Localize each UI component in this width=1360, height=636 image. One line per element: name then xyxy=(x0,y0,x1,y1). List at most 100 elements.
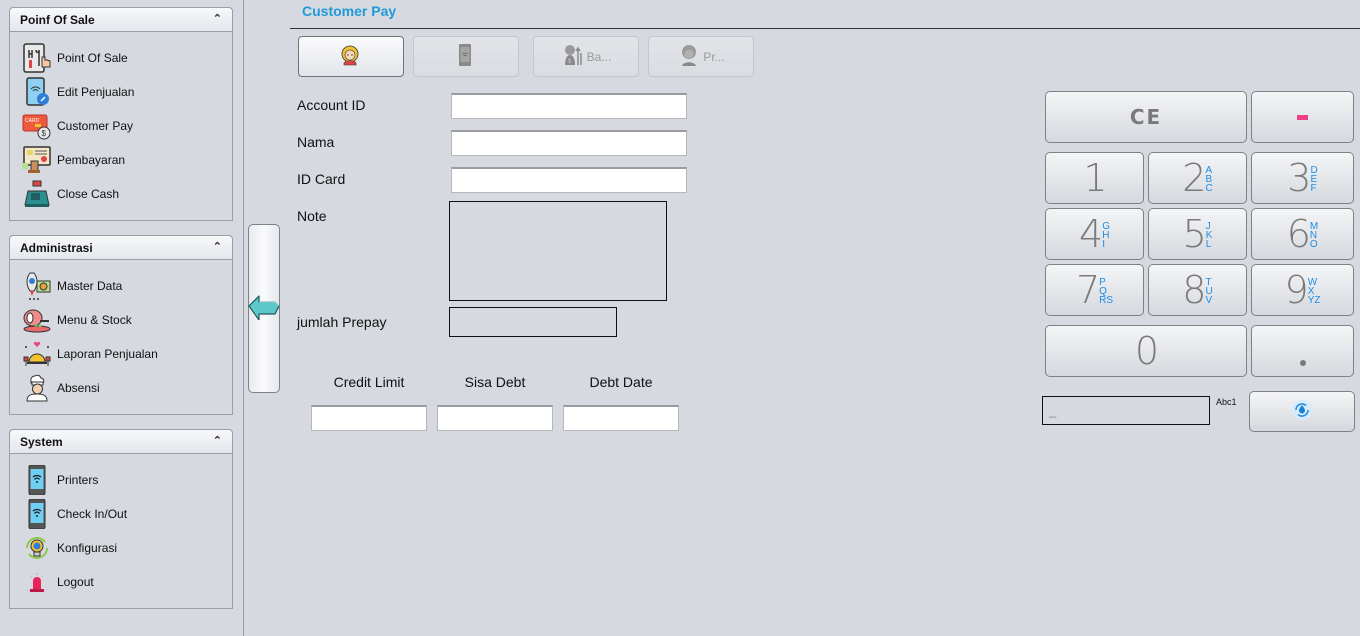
group-header[interactable]: Poinf Of Sale ⌃​ xyxy=(10,8,232,32)
double-chevron-up-icon[interactable]: ⌃ xyxy=(213,242,222,253)
sidebar-item-label: Pembayaran xyxy=(57,153,126,167)
sidebar-item-customer-pay[interactable]: CARD $ Customer Pay xyxy=(20,109,232,143)
tab-label: Pr... xyxy=(703,49,725,64)
sidebar-item-label: Konfigurasi xyxy=(57,541,118,555)
jumlah-prepay-input[interactable] xyxy=(449,307,617,337)
credit-limit-label: Credit Limit xyxy=(333,374,405,390)
key-letter: RS xyxy=(1099,294,1114,306)
keypad-key-8[interactable]: 8 TUV xyxy=(1148,264,1247,316)
id-card-input[interactable] xyxy=(451,167,687,193)
keypad-display-input[interactable] xyxy=(1042,396,1210,425)
sidebar-group-system: System ⌃ Printers Check In/Out Konfigura… xyxy=(9,429,233,609)
keypad-key-5[interactable]: 5 JKL xyxy=(1148,208,1247,260)
sidebar-item-absensi[interactable]: Absensi xyxy=(20,371,232,405)
sidebar-item-laporan-penjualan[interactable]: Laporan Penjualan xyxy=(20,337,232,371)
keypad-key-7[interactable]: 7 P Q RS xyxy=(1045,264,1144,316)
key-digit: 7 xyxy=(1075,268,1100,312)
key-letter: I xyxy=(1102,238,1105,250)
cash-register-icon xyxy=(20,177,54,211)
key-letters: ABC xyxy=(1205,165,1212,193)
keypad-key-9[interactable]: 9 W X YZ xyxy=(1251,264,1354,316)
keypad-key-4[interactable]: 4 GHI xyxy=(1045,208,1144,260)
page-title: Customer Pay xyxy=(302,3,397,19)
sidebar: Poinf Of Sale ⌃​ Point Of Sale Edit Penj… xyxy=(0,0,244,636)
keypad-ce-button[interactable]: CE xyxy=(1045,91,1247,143)
key-letters: TUV xyxy=(1205,277,1213,306)
keypad-minus-button[interactable] xyxy=(1251,91,1354,143)
group-header[interactable]: System ⌃ xyxy=(10,430,232,454)
sidebar-item-logout[interactable]: Logout xyxy=(20,565,232,599)
group-title: Poinf Of Sale xyxy=(20,12,95,27)
key-letters: JKL xyxy=(1205,221,1213,250)
pos-terminal-icon xyxy=(20,41,54,75)
key-digit: 8 xyxy=(1182,268,1206,312)
sidebar-item-label: Laporan Penjualan xyxy=(57,347,158,361)
double-chevron-up-icon[interactable]: ⌃​ xyxy=(213,14,222,25)
key-digit: 3 xyxy=(1287,156,1311,200)
jumlah-prepay-label: jumlah Prepay xyxy=(297,314,387,330)
debt-date-label: Debt Date xyxy=(589,374,653,390)
credit-limit-field[interactable] xyxy=(311,405,427,431)
collapse-sidebar-button[interactable] xyxy=(248,224,280,393)
keypad-dot-button[interactable] xyxy=(1251,325,1354,377)
sidebar-item-printers[interactable]: Printers xyxy=(20,463,232,497)
sidebar-item-label: Logout xyxy=(57,575,94,589)
sidebar-item-label: Close Cash xyxy=(57,187,120,201)
sidebar-item-label: Menu & Stock xyxy=(57,313,132,327)
phone-device-icon xyxy=(453,43,479,70)
svg-text:$: $ xyxy=(42,129,47,138)
key-letters: MNO xyxy=(1309,221,1318,250)
tab-customer[interactable] xyxy=(298,36,404,77)
keypad-key-1[interactable]: 1 xyxy=(1045,152,1144,204)
sidebar-item-close-cash[interactable]: Close Cash xyxy=(20,177,232,211)
dot-icon xyxy=(1299,360,1306,366)
key-letter: V xyxy=(1205,294,1213,306)
sidebar-item-label: Point Of Sale xyxy=(57,51,128,65)
sidebar-item-pembayaran[interactable]: Pembayaran xyxy=(20,143,232,177)
nama-input[interactable] xyxy=(451,130,687,156)
key-digit: 2 xyxy=(1182,156,1206,200)
keypad-key-6[interactable]: 6 MNO xyxy=(1251,208,1354,260)
sidebar-item-edit-penjualan[interactable]: Edit Penjualan xyxy=(20,75,232,109)
key-digit: 0 xyxy=(1134,329,1159,373)
sidebar-item-label: Check In/Out xyxy=(57,507,128,521)
double-chevron-up-icon[interactable]: ⌃ xyxy=(213,436,222,447)
keypad-key-0[interactable]: 0 xyxy=(1045,325,1247,377)
minus-icon xyxy=(1297,114,1308,120)
sidebar-item-point-of-sale[interactable]: Point Of Sale xyxy=(20,41,232,75)
cloche-report-icon xyxy=(20,337,54,371)
account-id-input[interactable] xyxy=(451,93,687,119)
tab-profile[interactable]: Pr... xyxy=(648,36,754,77)
sidebar-group-administrasi: Administrasi ⌃ Master Data Menu & Stock xyxy=(9,235,233,415)
wifi-phone-icon xyxy=(20,463,54,497)
note-textarea[interactable] xyxy=(449,201,667,301)
tab-device[interactable] xyxy=(413,36,519,77)
key-letter: L xyxy=(1205,238,1212,250)
keypad-key-3[interactable]: 3 DEF xyxy=(1251,152,1354,204)
debt-date-field[interactable] xyxy=(563,405,679,431)
sidebar-item-label: Printers xyxy=(57,473,99,487)
edit-sale-phone-icon xyxy=(20,75,54,109)
account-id-label: Account ID xyxy=(297,97,366,113)
profile-icon xyxy=(677,43,703,70)
sidebar-item-label: Master Data xyxy=(57,279,123,293)
tab-label: Ba... xyxy=(586,49,612,64)
id-card-label: ID Card xyxy=(297,171,346,187)
sidebar-item-menu-stock[interactable]: Menu & Stock xyxy=(20,303,232,337)
sidebar-item-master-data[interactable]: Master Data xyxy=(20,269,232,303)
key-letter: O xyxy=(1309,238,1318,250)
sidebar-item-label: Edit Penjualan xyxy=(57,85,135,99)
card-payment-icon: CARD $ xyxy=(20,109,54,143)
arrow-left-icon xyxy=(248,294,280,323)
tab-balance[interactable]: $ Ba... xyxy=(533,36,639,77)
group-header[interactable]: Administrasi ⌃ xyxy=(10,236,232,260)
sidebar-item-konfigurasi[interactable]: Konfigurasi xyxy=(20,531,232,565)
keypad-key-2[interactable]: 2 ABC xyxy=(1148,152,1247,204)
keypad-enter-button[interactable] xyxy=(1249,391,1355,432)
svg-text:CARD: CARD xyxy=(25,118,40,124)
sisa-debt-field[interactable] xyxy=(437,405,553,431)
sidebar-item-check-in-out[interactable]: Check In/Out xyxy=(20,497,232,531)
key-letters: DEF xyxy=(1310,165,1317,193)
chef-icon xyxy=(20,371,54,405)
key-digit: 5 xyxy=(1182,212,1207,256)
